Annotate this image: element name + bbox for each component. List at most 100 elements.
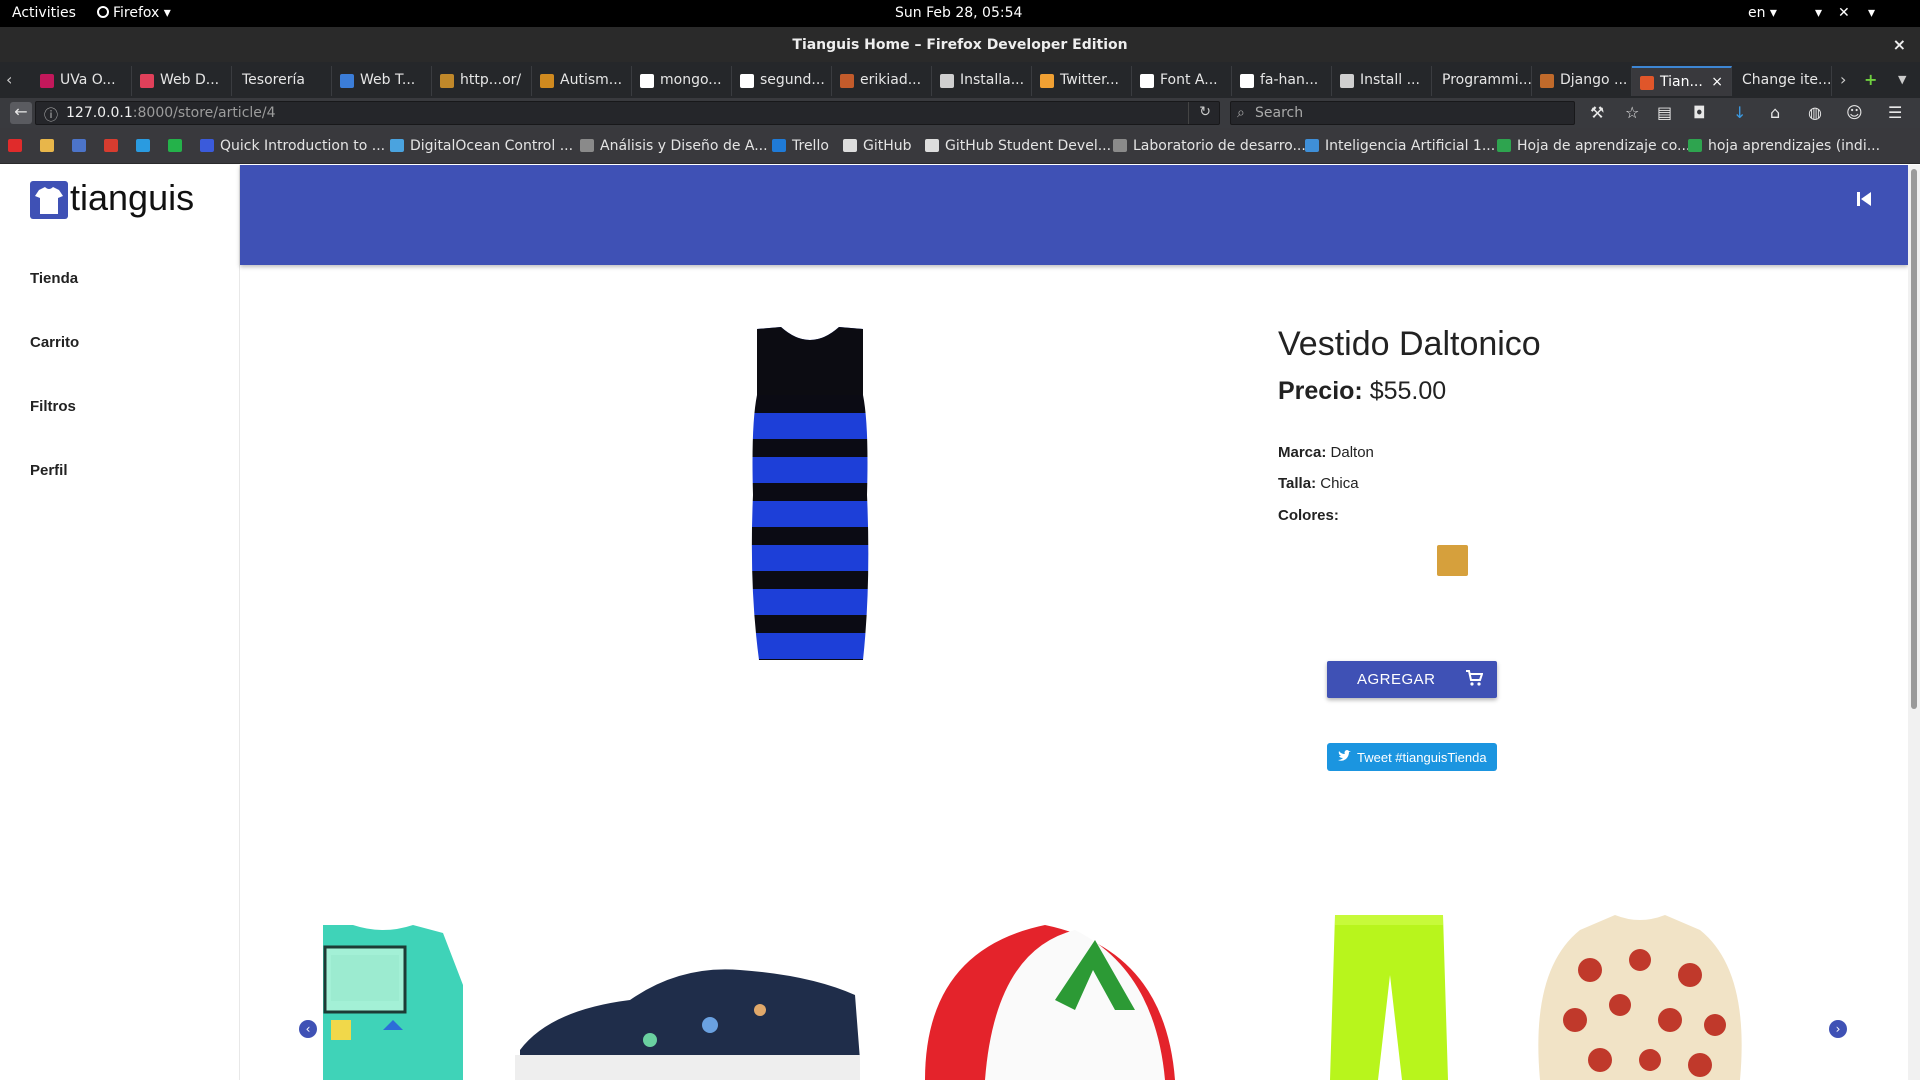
bookmark-favicon-icon[interactable] [772,139,786,152]
bookmark-item[interactable]: GitHub [863,138,912,154]
developer-edition-icon[interactable]: ◍ [1808,103,1822,122]
color-swatch[interactable] [1437,545,1468,576]
tab-12[interactable]: fa-han... [1232,66,1332,96]
tab-13[interactable]: Install ... [1332,66,1432,96]
tab-label: Django ... [1560,72,1628,88]
size-row: Talla: Chica [1278,475,1359,492]
window-title: Tianguis Home – Firefox Developer Editio… [792,37,1128,53]
developer-tools-wrench-icon[interactable]: ⚒ [1590,103,1604,122]
tabs-scroll-left-icon[interactable]: ‹ [6,70,12,89]
bookmark-icon-2[interactable] [40,139,54,152]
bookmark-item[interactable]: Trello [792,138,829,154]
bookmark-item[interactable]: Inteligencia Artificial 1... [1325,138,1495,154]
sidebar-item-carrito[interactable]: Carrito [30,334,79,351]
new-tab-icon[interactable]: + [1864,70,1877,89]
bookmark-favicon-icon[interactable] [580,139,594,152]
home-icon[interactable]: ⌂ [1770,103,1780,122]
add-to-cart-button[interactable]: AGREGAR [1327,661,1497,698]
carousel-item-trucker-cap[interactable] [885,910,1205,1080]
carousel-item-pizza-sweater[interactable] [1530,910,1750,1080]
tab-8[interactable]: erikiad... [832,66,932,96]
bookmark-item[interactable]: Análisis y Diseño de A... [600,138,768,154]
tab-4[interactable]: http...or/ [432,66,532,96]
page-scrollbar[interactable] [1908,165,1920,1080]
bookmark-favicon-icon[interactable] [1688,139,1702,152]
bookmark-item[interactable]: Quick Introduction to ... [220,138,385,154]
search-bar[interactable]: ⌕ Search [1230,101,1575,125]
bookmark-favicon-icon[interactable] [843,139,857,152]
bookmark-favicon-icon[interactable] [925,139,939,152]
tab-5[interactable]: Autism... [532,66,632,96]
bookmark-icon-6[interactable] [168,139,182,152]
sidebar-item-tienda[interactable]: Tienda [30,270,78,287]
navigation-bar: ← ⓘ 127.0.0.1:8000/store/article/4 ↻ ⌕ S… [0,98,1920,128]
bookmark-favicon-icon[interactable] [200,139,214,152]
tab-2[interactable]: Tesorería [232,66,332,96]
bookmark-item[interactable]: Laboratorio de desarro... [1133,138,1306,154]
collapse-sidebar-icon[interactable] [1855,189,1873,213]
tab-14[interactable]: Programmi... [1432,66,1532,96]
hamburger-menu-icon[interactable]: ☰ [1888,103,1902,122]
bookmarks-list-icon[interactable]: ▤ [1657,103,1672,122]
tab-9[interactable]: Installa... [932,66,1032,96]
carousel-prev-icon[interactable]: ‹ [299,1020,317,1038]
bookmark-item[interactable]: hoja aprendizajes (indi... [1708,138,1880,154]
bookmark-item[interactable]: Hoja de aprendizaje co... [1517,138,1690,154]
activities-button[interactable]: Activities [12,5,76,21]
downloads-icon[interactable]: ↓ [1733,103,1746,122]
sidebar-item-filtros[interactable]: Filtros [30,398,76,415]
tab-list-icon[interactable]: ▼ [1898,73,1906,86]
tab-close-icon[interactable]: × [1711,74,1723,90]
tab-11[interactable]: Font A... [1132,66,1232,96]
wifi-icon[interactable]: ▾ [1815,5,1822,21]
app-menu[interactable]: Firefox ▾ [97,5,171,21]
language-selector[interactable]: en ▾ [1748,5,1777,21]
window-close-button[interactable]: × [1893,35,1906,54]
bookmark-favicon-icon[interactable] [1497,139,1511,152]
carousel-next-icon[interactable]: › [1829,1020,1847,1038]
search-placeholder: Search [1255,105,1304,121]
twitter-bookmark-icon[interactable] [136,139,150,152]
tab-0[interactable]: UVa O... [32,66,132,96]
web-page: tianguis Tienda Carrito Filtros Perfil V… [0,165,1920,1080]
size-value: Chica [1320,475,1359,492]
carousel-item-neon-pants[interactable] [1330,915,1448,1080]
tab-17[interactable]: Change ite... [1732,66,1832,96]
power-icon[interactable]: ▾ [1868,5,1875,21]
tab-10[interactable]: Twitter... [1032,66,1132,96]
logo-text[interactable]: tianguis [70,177,194,219]
tab-16[interactable]: Tian... × [1632,66,1732,96]
tabs-scroll-right-icon[interactable]: › [1840,70,1846,89]
carousel-item-patterned-sneaker[interactable] [510,955,860,1080]
reload-icon[interactable]: ↻ [1199,104,1211,120]
tab-1[interactable]: Web D... [132,66,232,96]
info-icon[interactable]: ⓘ [44,105,58,125]
bookmark-icon-3[interactable] [72,139,86,152]
tab-6[interactable]: mongo... [632,66,732,96]
tab-15[interactable]: Django ... [1532,66,1632,96]
sidebar-item-perfil[interactable]: Perfil [30,462,68,479]
tshirt-logo-icon[interactable] [30,181,68,219]
bookmark-item[interactable]: GitHub Student Devel... [945,138,1111,154]
gmail-icon[interactable] [104,139,118,152]
tab-7[interactable]: segund... [732,66,832,96]
carousel-item-game-over-sweater[interactable] [323,925,463,1080]
tab-3[interactable]: Web T... [332,66,432,96]
url-bar[interactable]: ⓘ 127.0.0.1:8000/store/article/4 ↻ [35,101,1220,125]
bookmark-star-icon[interactable]: ☆ [1625,103,1639,122]
pocket-icon[interactable]: ◘ [1693,103,1706,122]
tweet-button[interactable]: Tweet #tianguisTienda [1327,743,1497,771]
back-arrow-icon[interactable]: ← [10,102,32,124]
bookmark-item[interactable]: DigitalOcean Control ... [410,138,573,154]
chat-icon[interactable]: ☺ [1846,103,1863,122]
scrollbar-thumb[interactable] [1911,169,1917,709]
tab-favicon-icon [1040,74,1054,88]
bookmark-favicon-icon[interactable] [390,139,404,152]
bookmark-favicon-icon[interactable] [1113,139,1127,152]
tab-label: Programmi... [1442,72,1532,88]
tab-favicon-icon [1540,74,1554,88]
clock[interactable]: Sun Feb 28, 05:54 [895,5,1022,21]
volume-muted-icon[interactable]: ✕ [1838,5,1850,21]
bookmark-favicon-icon[interactable] [1305,139,1319,152]
youtube-icon[interactable] [8,139,22,152]
